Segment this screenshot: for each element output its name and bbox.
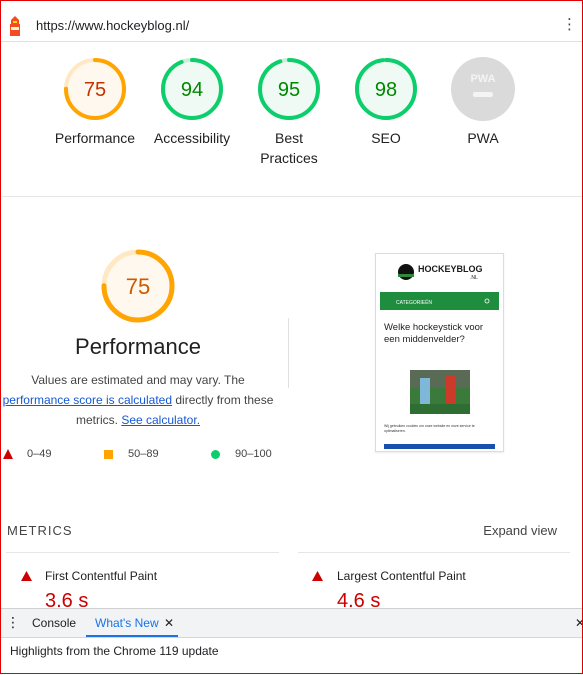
square-icon bbox=[104, 450, 113, 459]
desc-text: Values are estimated and may vary. The bbox=[31, 373, 245, 387]
tab-console[interactable]: Console bbox=[32, 616, 76, 630]
category-gauges: 75 Performance 94 Accessibility 95 Best … bbox=[0, 56, 583, 186]
legend-pass-range: 90–100 bbox=[235, 448, 272, 460]
see-calculator-link[interactable]: See calculator. bbox=[121, 413, 200, 427]
top-strip bbox=[0, 0, 583, 6]
gauge-label: SEO bbox=[371, 130, 401, 146]
drawer-tab-bar: ⋮ Console What's New ✕ ✕ bbox=[0, 609, 583, 638]
nav-label: CATEGORIEËN bbox=[396, 299, 432, 306]
section-divider bbox=[2, 196, 582, 197]
fail-triangle-icon bbox=[312, 571, 323, 581]
logo-text: HOCKEYBLOG bbox=[418, 264, 483, 274]
gauge-label: PWA bbox=[467, 130, 499, 146]
performance-description: Values are estimated and may vary. The p… bbox=[0, 370, 276, 430]
score-ring: 75 bbox=[64, 58, 126, 120]
circle-icon bbox=[211, 450, 220, 459]
expand-view-button[interactable]: Expand view bbox=[483, 523, 557, 538]
gauge-label: Best Practices bbox=[260, 130, 318, 166]
kebab-menu-icon[interactable]: ⋮ bbox=[562, 17, 577, 33]
page-url[interactable]: https://www.hockeyblog.nl/ bbox=[36, 18, 189, 33]
score-calculated-link[interactable]: performance score is calculated bbox=[3, 393, 172, 407]
vertical-divider bbox=[288, 318, 289, 388]
gauge-label: Accessibility bbox=[153, 130, 231, 146]
legend-fail-range: 0–49 bbox=[27, 448, 52, 460]
lighthouse-icon bbox=[10, 16, 20, 36]
devtools-drawer: ⋮ Console What's New ✕ ✕ Highlights from… bbox=[0, 608, 583, 675]
drawer-menu-icon[interactable]: ⋮ bbox=[6, 614, 20, 631]
score-ring: 95 bbox=[258, 58, 320, 120]
score-ring: 98 bbox=[355, 58, 417, 120]
gauge-label: Performance bbox=[54, 130, 136, 146]
legend-average-range: 50–89 bbox=[128, 448, 159, 460]
url-bar: https://www.hockeyblog.nl/ ⋮ bbox=[0, 8, 583, 42]
svg-text:PWA: PWA bbox=[470, 73, 495, 85]
score-text: 75 bbox=[84, 79, 106, 101]
metric-divider bbox=[6, 552, 279, 553]
screenshot-preview: HOCKEYBLOG .NL CATEGORIEËN Welke hockeys… bbox=[376, 254, 503, 451]
performance-gauge-large: 75 bbox=[101, 249, 175, 323]
performance-score: 75 bbox=[126, 274, 150, 299]
close-drawer-icon[interactable]: ✕ bbox=[575, 616, 583, 630]
performance-title: Performance bbox=[75, 334, 201, 359]
metric-divider bbox=[298, 552, 570, 553]
score-text: 95 bbox=[278, 79, 300, 101]
gauge-seo[interactable]: 98 SEO bbox=[341, 56, 431, 148]
score-text: 98 bbox=[375, 79, 397, 101]
logo-suffix: .NL bbox=[470, 275, 478, 281]
metric-fcp-label: First Contentful Paint bbox=[45, 569, 158, 583]
article-heading: Welke hockeystick voor een middenvelder? bbox=[384, 322, 484, 345]
triangle-icon bbox=[3, 449, 13, 459]
metric-lcp-label: Largest Contentful Paint bbox=[337, 569, 466, 583]
final-screenshot[interactable]: HOCKEYBLOG .NL CATEGORIEËN Welke hockeys… bbox=[375, 253, 504, 452]
score-text: 94 bbox=[181, 79, 203, 101]
close-tab-icon[interactable]: ✕ bbox=[164, 616, 174, 630]
metrics-heading: METRICS bbox=[7, 523, 73, 538]
gauge-accessibility[interactable]: 94 Accessibility bbox=[147, 56, 237, 148]
active-tab-indicator bbox=[86, 635, 178, 637]
gauge-pwa[interactable]: PWA PWA bbox=[438, 56, 528, 148]
fail-triangle-icon bbox=[21, 571, 32, 581]
pwa-badge-icon: PWA bbox=[451, 57, 515, 121]
score-ring: 94 bbox=[161, 58, 223, 120]
cookie-notice: Wij gebruiken cookies om onze website en… bbox=[384, 424, 475, 433]
tab-whats-new[interactable]: What's New bbox=[95, 616, 159, 630]
gauge-performance[interactable]: 75 Performance bbox=[50, 56, 140, 148]
whats-new-highlights: Highlights from the Chrome 119 update bbox=[10, 644, 219, 658]
gauge-best-practices[interactable]: 95 Best Practices bbox=[244, 56, 334, 168]
